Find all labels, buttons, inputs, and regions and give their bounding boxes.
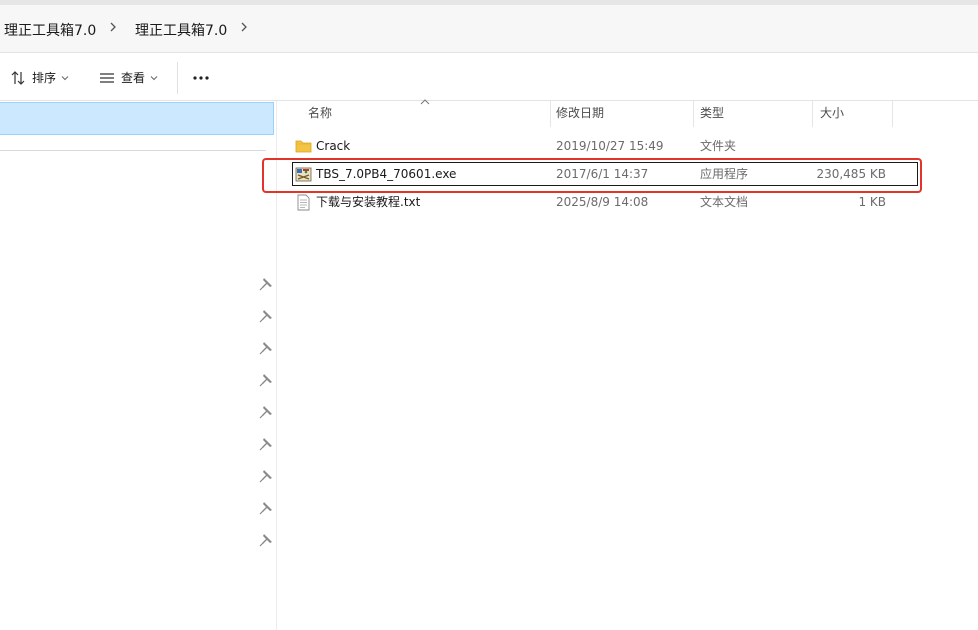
view-button[interactable]: 查看 (99, 54, 158, 101)
annotation-highlight-box (262, 158, 922, 193)
address-bar[interactable]: 理正工具箱7.0 理正工具箱7.0 (0, 5, 978, 53)
column-header-modified[interactable]: 修改日期 (556, 104, 604, 128)
pin-icon[interactable] (259, 341, 273, 355)
column-header-size[interactable]: 大小 (820, 104, 844, 128)
nav-divider (0, 150, 266, 151)
sort-button[interactable]: 排序 (10, 54, 69, 101)
sort-label: 排序 (32, 71, 57, 85)
view-label: 查看 (121, 71, 146, 85)
column-separator[interactable] (892, 101, 893, 127)
chevron-down-icon (61, 75, 69, 80)
breadcrumb-item[interactable]: 理正工具箱7.0 (135, 20, 227, 40)
file-name[interactable]: Crack (316, 132, 350, 160)
chevron-right-icon[interactable] (237, 19, 251, 35)
chevron-right-icon[interactable] (106, 19, 120, 35)
nav-item-selected[interactable] (0, 102, 274, 135)
view-list-icon (100, 72, 114, 83)
breadcrumb-item[interactable]: 理正工具箱7.0 (4, 20, 96, 40)
pin-icon[interactable] (259, 469, 273, 483)
pin-icon[interactable] (259, 533, 273, 547)
pin-icon[interactable] (259, 405, 273, 419)
pin-icon[interactable] (259, 501, 273, 515)
pin-icon[interactable] (259, 373, 273, 387)
more-options-button[interactable] (192, 54, 210, 101)
file-modified: 2019/10/27 15:49 (556, 139, 664, 153)
file-row[interactable]: Crack 2019/10/27 15:49 文件夹 (290, 132, 920, 160)
command-bar: 排序 查看 (0, 54, 978, 101)
sort-ascending-icon (420, 99, 430, 105)
column-separator[interactable] (550, 101, 551, 127)
column-header-type[interactable]: 类型 (700, 104, 724, 128)
navigation-pane (0, 101, 277, 630)
column-separator[interactable] (693, 101, 694, 127)
folder-icon (295, 140, 312, 153)
sort-icon (11, 70, 25, 85)
column-separator[interactable] (812, 101, 813, 127)
file-type: 文件夹 (700, 139, 737, 153)
pin-icon[interactable] (259, 309, 273, 323)
more-dots-icon (193, 75, 209, 80)
column-header-name[interactable]: 名称 (308, 104, 332, 128)
toolbar-divider (177, 62, 178, 94)
pin-icon[interactable] (259, 277, 273, 291)
chevron-down-icon (150, 75, 158, 80)
text-document-icon (297, 194, 310, 211)
file-size (796, 132, 886, 160)
pin-icon[interactable] (259, 437, 273, 451)
